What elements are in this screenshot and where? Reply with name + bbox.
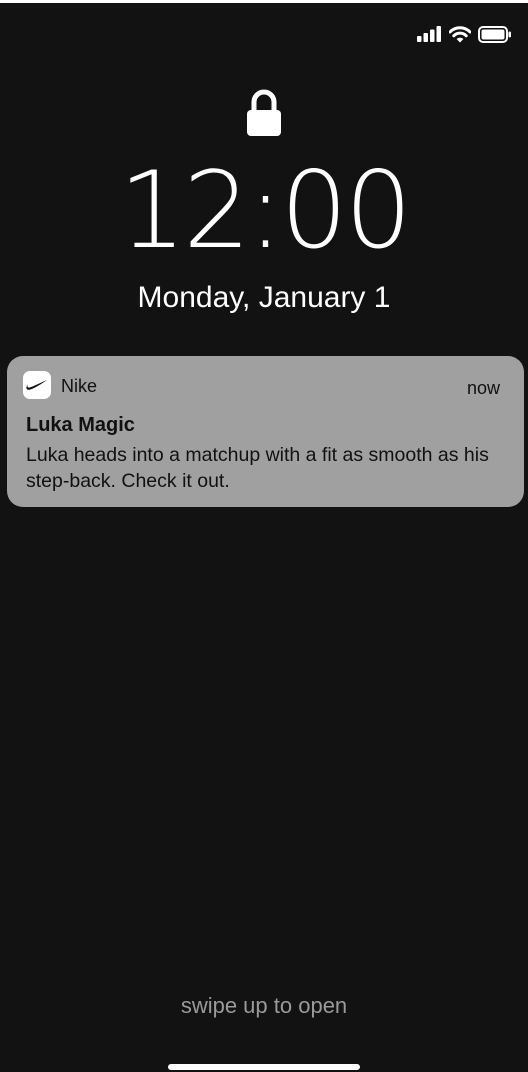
battery-icon: [478, 25, 511, 43]
notification-time: now: [466, 378, 500, 398]
notification-card[interactable]: Nike now Luka Magic Luka heads into a ma…: [7, 356, 524, 507]
notification-body: Luka heads into a matchup with a fit as …: [26, 444, 489, 492]
wifi-icon: [449, 25, 471, 42]
padlock-icon: [247, 89, 281, 136]
home-indicator[interactable]: [168, 1064, 360, 1070]
lock-screen-time: 12:00: [118, 149, 412, 272]
swipe-up-hint: swipe up to open: [180, 993, 348, 1018]
notification-title: Luka Magic: [26, 414, 135, 436]
nike-swoosh-icon: [23, 371, 51, 399]
lock-screen: 12:00 Monday, January 1 Nike now Luka Ma…: [0, 3, 528, 1072]
lock-screen-date: Monday, January 1: [137, 281, 391, 314]
status-bar: [417, 24, 512, 44]
cellular-signal-icon: [417, 26, 441, 42]
notification-app-name: Nike: [61, 376, 98, 396]
